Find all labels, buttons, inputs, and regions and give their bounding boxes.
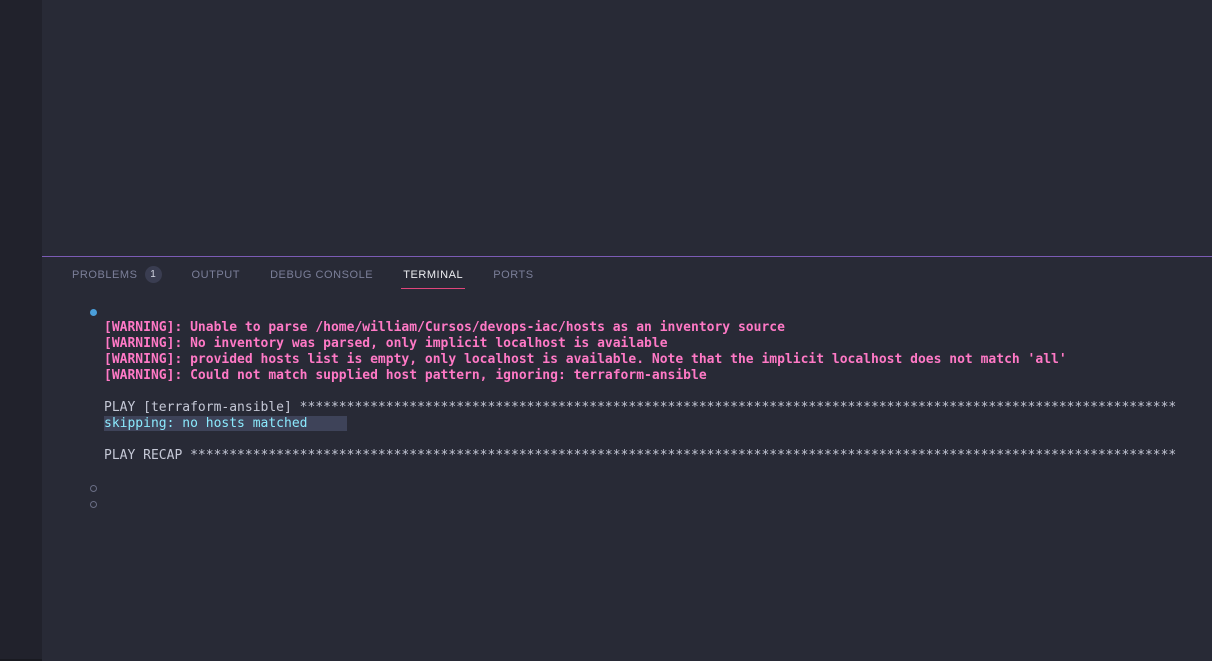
hollow-circle-marker	[90, 485, 97, 492]
activity-bar[interactable]	[0, 0, 42, 661]
warning-text: [WARNING]: Unable to parse /home/william…	[104, 320, 785, 335]
selection-highlight-padding	[307, 416, 347, 431]
bottom-panel: PROBLEMS 1 OUTPUT DEBUG CONSOLE TERMINAL	[42, 256, 1212, 661]
tab-debug-console[interactable]: DEBUG CONSOLE	[260, 257, 383, 292]
tab-terminal-label: TERMINAL	[403, 268, 464, 281]
editor-area[interactable]	[42, 0, 1212, 256]
terminal-play-header-line: PLAY [terraform-ansible] ***************…	[42, 400, 1212, 416]
terminal-command-line: william@Itachi-PC:~/Cursos/devops-iac$ a…	[42, 304, 1212, 320]
tab-output[interactable]: OUTPUT	[182, 257, 251, 292]
warning-text: [WARNING]: provided hosts list is empty,…	[104, 352, 1067, 367]
main-column: PROBLEMS 1 OUTPUT DEBUG CONSOLE TERMINAL	[42, 0, 1212, 661]
terminal-interrupt-line: william@Itachi-PC:~/Cursos/devops-iac$ ^…	[42, 480, 1212, 496]
play-recap-text: PLAY RECAP *****************************…	[104, 448, 1177, 463]
problems-count-badge: 1	[144, 266, 162, 283]
warning-text: [WARNING]: No inventory was parsed, only…	[104, 336, 668, 351]
terminal-skipping-line: skipping: no hosts matched	[42, 416, 1212, 432]
terminal-warning-line: [WARNING]: No inventory was parsed, only…	[42, 336, 1212, 352]
terminal-warning-line: [WARNING]: Unable to parse /home/william…	[42, 320, 1212, 336]
warning-text: [WARNING]: Could not match supplied host…	[104, 368, 707, 383]
tab-problems-label: PROBLEMS	[72, 268, 138, 281]
tab-ports[interactable]: PORTS	[483, 257, 543, 292]
terminal-play-recap-line: PLAY RECAP *****************************…	[42, 448, 1212, 464]
terminal-warning-line: [WARNING]: provided hosts list is empty,…	[42, 352, 1212, 368]
terminal-warning-line: [WARNING]: Could not match supplied host…	[42, 368, 1212, 384]
tab-terminal[interactable]: TERMINAL	[393, 257, 473, 292]
skipping-text: skipping: no hosts matched	[104, 416, 308, 431]
tab-terminal-underline	[401, 287, 466, 289]
tab-debug-console-label: DEBUG CONSOLE	[270, 268, 374, 281]
vscode-window: PROBLEMS 1 OUTPUT DEBUG CONSOLE TERMINAL	[0, 0, 1212, 661]
terminal-output[interactable]: william@Itachi-PC:~/Cursos/devops-iac$ a…	[42, 292, 1212, 661]
hollow-circle-marker	[90, 501, 97, 508]
terminal-active-prompt-line[interactable]: william@Itachi-PC:~/Cursos/devops-iac$	[42, 496, 1212, 512]
tab-ports-label: PORTS	[493, 268, 534, 281]
play-header-text: PLAY [terraform-ansible] ***************…	[104, 400, 1177, 415]
panel-tab-bar: PROBLEMS 1 OUTPUT DEBUG CONSOLE TERMINAL	[42, 257, 1212, 292]
filled-circle-marker	[90, 309, 97, 316]
tab-problems[interactable]: PROBLEMS 1	[62, 257, 172, 292]
tab-output-label: OUTPUT	[191, 268, 241, 281]
